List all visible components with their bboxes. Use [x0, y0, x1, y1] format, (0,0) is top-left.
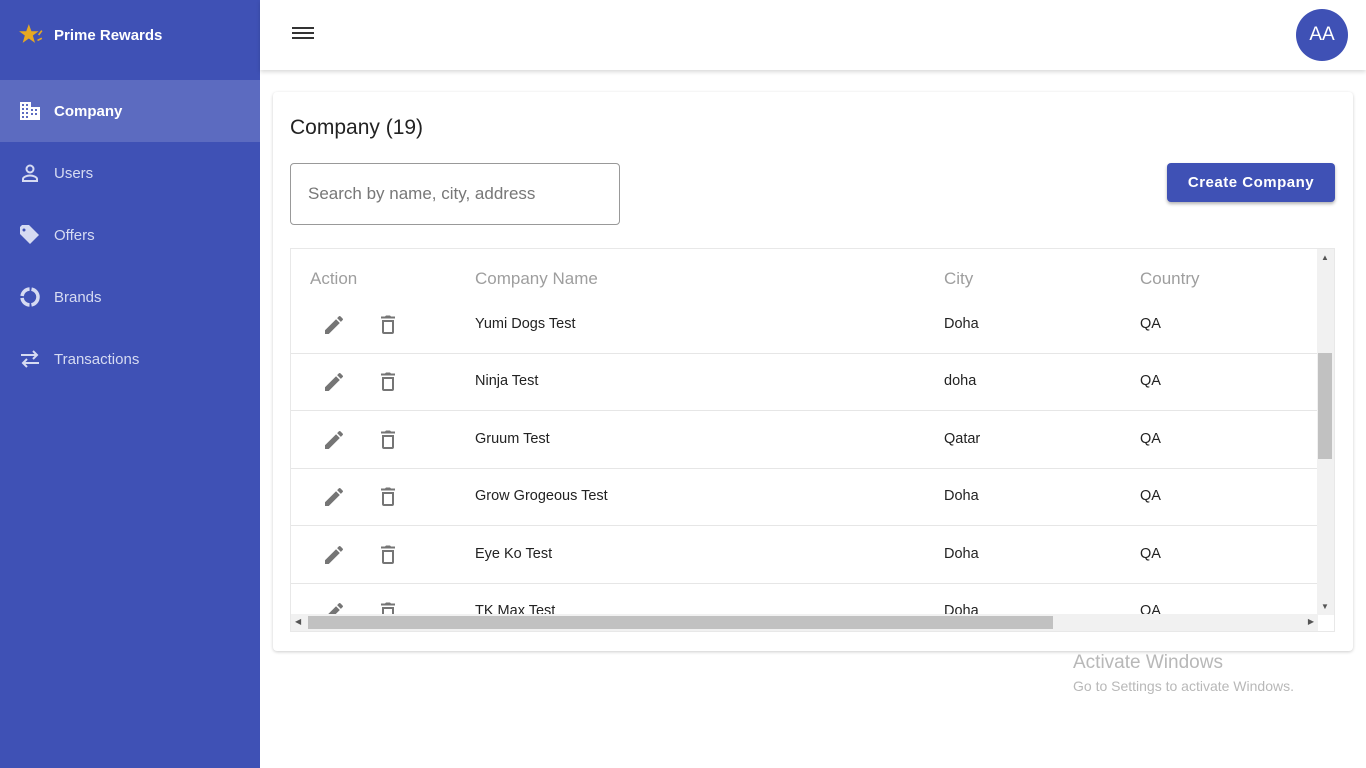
sidebar-item-label: Company — [54, 102, 123, 120]
table-header: Action Company Name City Country — [291, 249, 1318, 297]
page-title: Company (19) — [290, 116, 424, 139]
hamburger-menu-icon[interactable] — [292, 24, 314, 44]
person-icon — [22, 164, 38, 182]
watermark-title: Activate Windows — [1073, 652, 1223, 673]
city: Doha — [944, 488, 979, 505]
city: Qatar — [944, 430, 981, 447]
column-header-city[interactable]: City — [944, 269, 973, 289]
column-header-country[interactable]: Country — [1140, 269, 1200, 289]
table-row: Eye Ko Test Doha QA — [291, 527, 1318, 584]
country: QA — [1140, 430, 1161, 447]
table-row: Grow Grogeous Test Doha QA — [291, 469, 1318, 527]
edit-icon[interactable] — [322, 313, 346, 337]
company-card: Company (19) Create Company Action Compa… — [273, 92, 1353, 651]
company-name: Gruum Test — [475, 430, 550, 447]
delete-icon[interactable] — [376, 313, 400, 337]
country: QA — [1140, 373, 1161, 390]
company-name: Grow Grogeous Test — [475, 488, 608, 505]
table-row: Gruum Test Qatar QA — [291, 412, 1318, 469]
delete-icon[interactable] — [376, 543, 400, 567]
column-header-action: Action — [310, 269, 358, 288]
sidebar-item-label: Offers — [54, 226, 95, 244]
edit-icon[interactable] — [322, 428, 346, 452]
tag-icon — [20, 225, 39, 244]
horizontal-scroll-thumb[interactable] — [308, 616, 1053, 629]
company-table: Action Company Name City Country Yumi Do… — [290, 248, 1335, 632]
vertical-scrollbar[interactable]: ▲ ▼ — [1317, 249, 1334, 615]
city: Doha — [944, 316, 979, 332]
sidebar-item-label: Transactions — [54, 350, 140, 368]
sidebar: Prime Rewards Company Users Offers Brand… — [0, 0, 260, 768]
city: doha — [944, 373, 977, 390]
sidebar-item-label: Users — [54, 164, 94, 182]
edit-icon[interactable] — [322, 370, 346, 394]
vertical-scroll-thumb[interactable] — [1318, 353, 1332, 459]
table-row: Yumi Dogs Test Doha QA — [291, 297, 1318, 354]
delete-icon[interactable] — [376, 370, 400, 394]
company-name: Yumi Dogs Test — [475, 316, 576, 332]
sidebar-nav: Company Users Offers Brands Transactions — [0, 80, 260, 390]
watermark-subtitle: Go to Settings to activate Windows. — [1073, 678, 1294, 694]
top-bar: AA — [260, 0, 1366, 70]
building-icon — [20, 102, 40, 120]
delete-icon[interactable] — [376, 428, 400, 452]
delete-icon[interactable] — [376, 485, 400, 509]
company-name: Ninja Test — [475, 373, 539, 390]
brand[interactable]: Prime Rewards — [18, 22, 162, 48]
avatar[interactable]: AA — [1296, 9, 1348, 61]
city: Doha — [944, 545, 979, 562]
windows-watermark: Activate Windows Go to Settings to activ… — [1073, 652, 1294, 694]
donut-icon — [20, 287, 40, 307]
company-name: Eye Ko Test — [475, 545, 553, 562]
edit-icon[interactable] — [322, 485, 346, 509]
sidebar-item-company[interactable]: Company — [0, 80, 260, 142]
table-row: Ninja Test doha QA — [291, 354, 1318, 412]
create-company-button[interactable]: Create Company — [1167, 163, 1335, 202]
swap-icon — [21, 350, 39, 368]
sidebar-item-label: Brands — [54, 288, 102, 306]
brand-name: Prime Rewards — [54, 26, 163, 44]
column-header-name[interactable]: Company Name — [475, 269, 598, 289]
country: QA — [1140, 316, 1161, 332]
star-logo-icon — [19, 24, 43, 43]
country: QA — [1140, 545, 1161, 562]
sidebar-item-offers[interactable]: Offers — [0, 204, 260, 266]
sidebar-item-brands[interactable]: Brands — [0, 266, 260, 328]
edit-icon[interactable] — [322, 543, 346, 567]
country: QA — [1140, 488, 1161, 505]
sidebar-item-users[interactable]: Users — [0, 142, 260, 204]
search-input[interactable] — [290, 163, 620, 225]
horizontal-scrollbar[interactable]: ◀ ▶ — [291, 614, 1318, 631]
sidebar-item-transactions[interactable]: Transactions — [0, 328, 260, 390]
